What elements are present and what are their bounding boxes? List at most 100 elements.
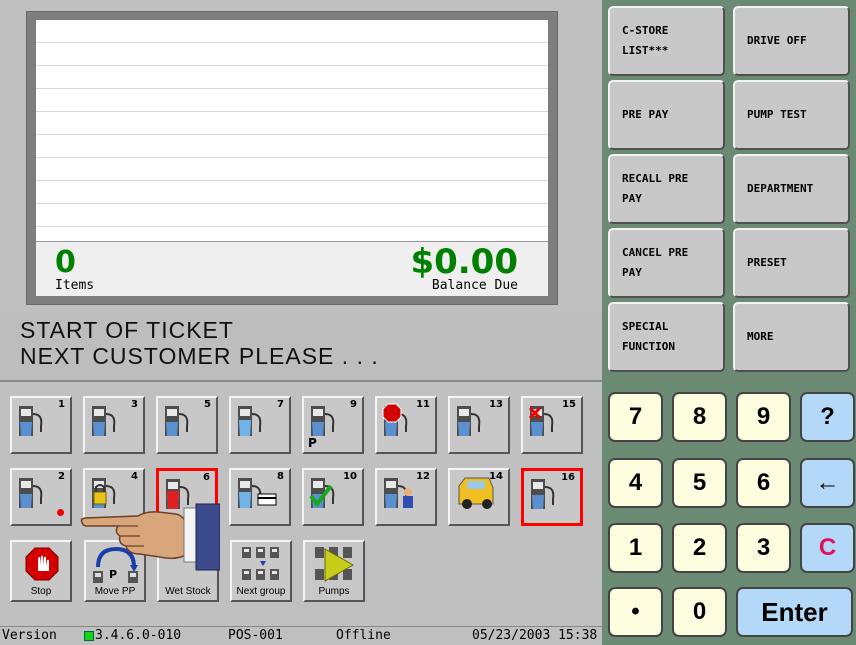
pump-number: 10 xyxy=(343,471,357,482)
fuel-pump-icon xyxy=(238,478,277,508)
button-label-line: FUNCTION xyxy=(622,340,675,353)
next-group-label: Next group xyxy=(236,586,286,597)
ticket-line-list[interactable] xyxy=(36,20,548,241)
wet-stock-label: Wet Stock xyxy=(165,586,211,597)
button-label-line: LIST*** xyxy=(622,44,669,57)
fuel-pump-icon xyxy=(19,406,43,436)
key-6[interactable]: 6 xyxy=(736,458,791,508)
pump-grid: 16 14 12 10 8 6 4 2 15 13 11 9 P 7 5 3 1 Stop P Move PP … xyxy=(0,380,602,630)
version-number: 3.4.6.0-010 xyxy=(95,628,182,643)
pumps-label: Pumps xyxy=(318,586,350,597)
pump-button-9[interactable]: 9P xyxy=(302,396,364,454)
department-button[interactable]: DEPARTMENT xyxy=(733,154,850,224)
ticket-panel: 0 Items $0.00 Balance Due xyxy=(26,11,558,305)
items-label: Items xyxy=(55,278,95,293)
enter-key[interactable]: Enter xyxy=(736,587,853,637)
special-function-button[interactable]: SPECIAL FUNCTION xyxy=(608,302,725,372)
pump-button-5[interactable]: 5 xyxy=(156,396,218,454)
pump-number: 2 xyxy=(58,471,65,482)
message-line-1: START OF TICKET xyxy=(20,317,234,343)
pump-group-icon xyxy=(242,547,279,580)
pump-button-13[interactable]: 13 xyxy=(448,396,510,454)
fuel-pump-icon xyxy=(311,406,335,436)
ticket-section: 0 Items $0.00 Balance Due START OF TICKE… xyxy=(0,0,602,380)
stop-label: Stop xyxy=(30,586,52,597)
stop-sign-icon xyxy=(25,547,59,581)
drive-off-button[interactable]: DRIVE OFF xyxy=(733,6,850,76)
preset-button[interactable]: PRESET xyxy=(733,228,850,298)
pump-button-10[interactable]: 10 xyxy=(302,468,364,526)
key-7[interactable]: 7 xyxy=(608,392,663,442)
pre-pay-button[interactable]: PRE PAY xyxy=(608,80,725,150)
button-label-line: SPECIAL xyxy=(622,320,669,333)
pump-number: 12 xyxy=(416,471,430,482)
pos-screen: 0 Items $0.00 Balance Due START OF TICKE… xyxy=(0,0,856,645)
next-group-button[interactable]: Next group xyxy=(230,540,292,602)
pump-button-15[interactable]: 15 xyxy=(521,396,583,454)
numeric-keypad: 7 8 9 ? 4 5 6 ← 1 2 3 C • 0 Enter xyxy=(602,380,856,645)
decimal-key[interactable]: • xyxy=(608,587,663,637)
items-count: 0 xyxy=(55,245,76,280)
ticket-totals: 0 Items $0.00 Balance Due xyxy=(36,241,548,296)
pump-number: 13 xyxy=(489,399,503,410)
pump-number: 15 xyxy=(562,399,576,410)
key-4[interactable]: 4 xyxy=(608,458,663,508)
pump-button-14[interactable]: 14 xyxy=(448,468,510,526)
pump-number: 3 xyxy=(131,399,138,410)
pump-button-2[interactable]: 2 xyxy=(10,468,72,526)
balance-due-label: Balance Due xyxy=(431,278,518,293)
button-label-line: CANCEL PRE xyxy=(622,246,689,259)
fuel-pump-icon xyxy=(19,478,43,508)
pump-number: 4 xyxy=(131,471,138,482)
pump-alert-dot-icon xyxy=(57,509,64,516)
pumps-button[interactable]: Pumps xyxy=(303,540,365,602)
fuel-pump-icon xyxy=(238,406,262,436)
pump-button-3[interactable]: 3 xyxy=(83,396,145,454)
key-5[interactable]: 5 xyxy=(672,458,727,508)
key-1[interactable]: 1 xyxy=(608,523,663,573)
cancel-pre-pay-button[interactable]: CANCEL PRE PAY xyxy=(608,228,725,298)
balance-due-amount: $0.00 xyxy=(410,242,518,282)
button-label-line: C-STORE xyxy=(622,24,669,37)
clear-key[interactable]: C xyxy=(800,523,855,573)
recall-pre-pay-button[interactable]: RECALL PRE PAY xyxy=(608,154,725,224)
message-line-2: NEXT CUSTOMER PLEASE . . . xyxy=(20,343,379,369)
pump-number: 16 xyxy=(561,472,575,483)
fuel-pump-icon xyxy=(92,406,116,436)
key-8[interactable]: 8 xyxy=(672,392,727,442)
connection-mode: Offline xyxy=(336,628,391,643)
pump-button-11[interactable]: 11 xyxy=(375,396,437,454)
pump-number: 8 xyxy=(277,471,284,482)
pump-button-8[interactable]: 8 xyxy=(229,468,291,526)
pump-number: 5 xyxy=(204,399,211,410)
help-key[interactable]: ? xyxy=(800,392,855,442)
pump-number: 7 xyxy=(277,399,284,410)
backspace-key[interactable]: ← xyxy=(800,458,855,508)
pump-number: 1 xyxy=(58,399,65,410)
key-3[interactable]: 3 xyxy=(736,523,791,573)
pump-button-1[interactable]: 1 xyxy=(10,396,72,454)
pump-number: 9 xyxy=(350,399,357,410)
key-2[interactable]: 2 xyxy=(672,523,727,573)
stop-all-button[interactable]: Stop xyxy=(10,540,72,602)
button-label-line: RECALL PRE xyxy=(622,172,689,185)
pump-number: 6 xyxy=(203,472,210,483)
message-area: START OF TICKET NEXT CUSTOMER PLEASE . .… xyxy=(0,314,602,380)
pointing-hand-icon xyxy=(80,503,220,571)
key-9[interactable]: 9 xyxy=(736,392,791,442)
fuel-pump-icon xyxy=(165,406,189,436)
pump-prepay-tag: P xyxy=(308,436,317,450)
cstore-list-button[interactable]: C-STORE LIST*** xyxy=(608,6,725,76)
pump-button-16[interactable]: 16 xyxy=(521,468,583,526)
pump-test-button[interactable]: PUMP TEST xyxy=(733,80,850,150)
version-label: Version xyxy=(2,628,57,643)
key-0[interactable]: 0 xyxy=(672,587,727,637)
pumps-play-icon xyxy=(315,547,355,582)
button-label-line: PAY xyxy=(622,266,642,279)
status-bar: Version 3.4.6.0-010 POS-001 Offline 05/2… xyxy=(0,626,602,645)
more-button[interactable]: MORE xyxy=(733,302,850,372)
pump-button-12[interactable]: 12 xyxy=(375,468,437,526)
button-label-line: PAY xyxy=(622,192,642,205)
function-button-panel: C-STORE LIST*** DRIVE OFF PRE PAY PUMP TE… xyxy=(602,0,856,380)
pump-button-7[interactable]: 7 xyxy=(229,396,291,454)
